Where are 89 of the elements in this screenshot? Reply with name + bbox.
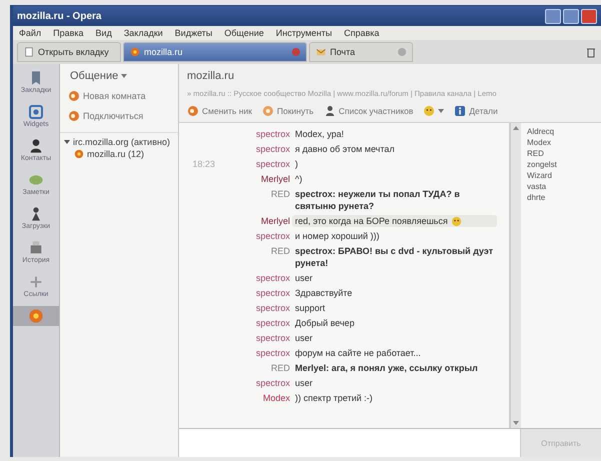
expand-arrow-icon[interactable]: [64, 140, 70, 144]
envelope-icon: [316, 47, 326, 57]
toolbar-button[interactable]: Детали: [454, 105, 498, 117]
chat-title: mozilla.ru: [186, 69, 236, 84]
minimize-button[interactable]: [545, 8, 561, 24]
menu-item[interactable]: Справка: [344, 28, 380, 38]
nick-list-item[interactable]: Modex: [527, 138, 601, 147]
chat-bubble-icon: [68, 110, 80, 122]
menu-item[interactable]: Общение: [224, 28, 264, 38]
nickname: spectrox: [254, 230, 290, 242]
scrollbar[interactable]: [510, 123, 521, 428]
message-text: ): [295, 158, 298, 170]
toolbar-button[interactable]: Сменить ник: [187, 105, 252, 117]
message-text: spectrox: неужели ты попал ТУДА? в святыню рунета?: [295, 188, 461, 212]
widget-icon: [28, 104, 44, 120]
maximize-button[interactable]: [563, 8, 579, 24]
nick-list-item[interactable]: zongelst: [527, 160, 601, 169]
nickname: spectrox: [254, 158, 290, 170]
message-input[interactable]: [179, 429, 521, 457]
nick-list-item[interactable]: Wizard: [527, 171, 601, 180]
chat-bubble-icon: [68, 90, 80, 102]
chat-icon: [130, 47, 140, 57]
nickname: RED: [270, 362, 290, 374]
message-text: форум на сайте не работает...: [295, 347, 421, 359]
nick-list-item[interactable]: vasta: [527, 182, 601, 191]
contact-icon: [28, 138, 44, 154]
nick-list-item[interactable]: RED: [527, 149, 601, 158]
nick-list-item[interactable]: dhrte: [527, 193, 601, 202]
message-text: user: [295, 272, 313, 284]
nickname: spectrox: [254, 377, 290, 389]
nickname: spectrox: [254, 332, 290, 344]
nickname: RED: [270, 188, 290, 200]
message-text: )) спектр третий :-): [295, 392, 373, 404]
nickname: Merlyel: [260, 173, 290, 185]
chat-bubble-icon: [187, 105, 199, 117]
message-time: 18:23: [191, 158, 215, 170]
page-icon: [24, 47, 34, 57]
message-text: и номер хороший ))): [295, 230, 380, 242]
menu-item[interactable]: Вид: [96, 28, 112, 38]
message-text: spectrox: БРАВО! вы с dvd - культовый дуэт рунета!: [295, 245, 494, 269]
tab[interactable]: Открыть вкладку: [17, 42, 121, 62]
panel-action[interactable]: Подключиться: [60, 106, 178, 126]
nickname: spectrox: [254, 128, 290, 140]
smiley-icon: [423, 105, 436, 117]
printer-icon: [28, 240, 44, 256]
smiley-icon: [450, 216, 462, 226]
menu-item[interactable]: Закладки: [124, 28, 163, 38]
message-text: ^): [295, 173, 302, 185]
nickname: spectrox: [254, 317, 290, 329]
message-text: Modex, ура!: [295, 128, 344, 140]
message-text: user: [295, 332, 313, 344]
chat-bubble-icon: [262, 105, 274, 117]
highlighted-message: red, это когда на БОРе появляешься: [292, 215, 497, 227]
tree-item[interactable]: mozilla.ru (12): [74, 149, 174, 159]
nickname: spectrox: [254, 272, 290, 284]
nickname: Modex: [262, 392, 290, 404]
nickname: spectrox: [254, 287, 290, 299]
sidebar-item[interactable]: [13, 306, 59, 326]
nickname: spectrox: [254, 302, 290, 314]
nickname: RED: [270, 245, 290, 257]
chat-icon: [28, 308, 44, 324]
tab[interactable]: mozilla.ru: [123, 42, 307, 62]
menu-item[interactable]: Инструменты: [276, 28, 332, 38]
window-title: mozilla.ru - Opera: [17, 10, 102, 22]
close-button[interactable]: [581, 8, 597, 24]
message-text: Merlyel: ага, я понял уже, ссылку открыл: [295, 362, 478, 374]
menu-item[interactable]: Файл: [19, 28, 42, 38]
toolbar-button[interactable]: Покинуть: [262, 105, 314, 117]
panel-dropdown[interactable]: Общение: [60, 64, 178, 86]
message-text: Добрый вечер: [295, 317, 354, 329]
link-icon: [28, 274, 44, 290]
nickname: Merlyel: [260, 215, 290, 227]
tab[interactable]: Почта: [309, 42, 413, 62]
nick-list-item[interactable]: Aldrecq: [527, 127, 601, 136]
menu-item[interactable]: Виджеты: [174, 28, 212, 38]
message-text: support: [295, 302, 326, 314]
menu-item[interactable]: Правка: [53, 28, 84, 38]
toolbar-button[interactable]: Список участников: [324, 105, 414, 117]
nickname: spectrox: [254, 143, 290, 155]
message-text: user: [295, 377, 313, 389]
message-text: я давно об этом мечтал: [295, 143, 395, 155]
chat-icon: [74, 149, 84, 159]
tree-item[interactable]: irc.mozilla.org (активно): [64, 137, 174, 147]
person-icon: [324, 105, 336, 117]
message-text: Здравствуйте: [295, 287, 352, 299]
info-icon: [454, 105, 466, 117]
toolbar-button[interactable]: [423, 105, 444, 117]
panel-action[interactable]: Новая комната: [60, 86, 178, 106]
nickname: spectrox: [254, 347, 290, 359]
